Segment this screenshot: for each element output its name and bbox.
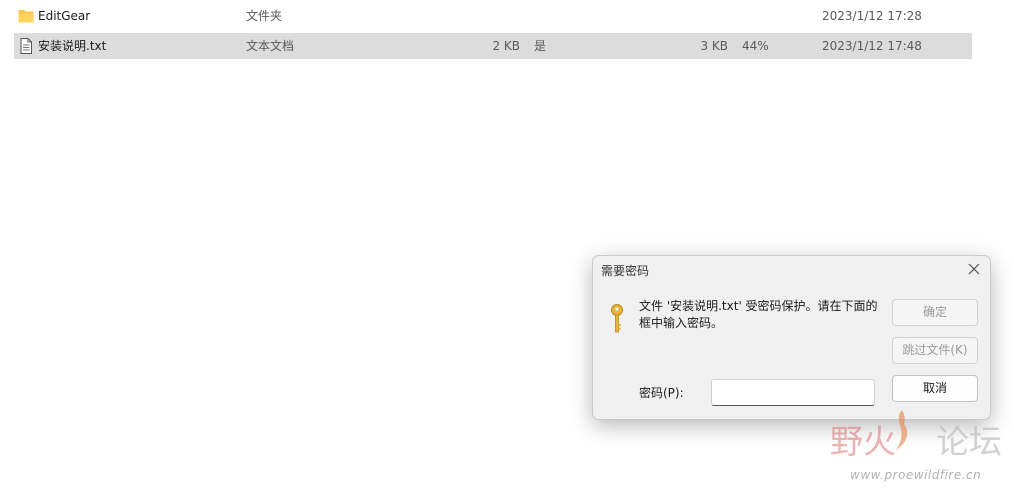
- file-row-install-notes[interactable]: 安装说明.txt 文本文档 2 KB 是 3 KB 44% 2023/1/12 …: [14, 33, 972, 59]
- password-input[interactable]: [711, 379, 875, 406]
- file-compressed-size: 3 KB: [700, 39, 728, 53]
- ok-button[interactable]: 确定: [892, 299, 978, 326]
- file-size: 2 KB: [492, 39, 520, 53]
- key-icon: [611, 304, 623, 333]
- dialog-message: 文件 '安装说明.txt' 受密码保护。请在下面的框中输入密码。: [639, 299, 878, 330]
- file-ratio: 44%: [742, 39, 769, 53]
- password-label: 密码(P):: [639, 386, 684, 400]
- file-name: 安装说明.txt: [38, 39, 107, 53]
- file-type: 文件夹: [246, 9, 283, 23]
- watermark-title-part2: 论坛: [936, 422, 1002, 461]
- folder-icon: [18, 10, 34, 23]
- file-type: 文本文档: [246, 39, 295, 53]
- file-row-editgear[interactable]: EditGear 文件夹 2023/1/12 17:28: [14, 3, 972, 29]
- skip-file-button[interactable]: 跳过文件(K): [892, 337, 978, 364]
- cancel-button[interactable]: 取消: [892, 375, 978, 402]
- file-date: 2023/1/12 17:28: [822, 9, 922, 23]
- watermark-title-part1: 野火: [830, 422, 896, 461]
- file-name: EditGear: [38, 9, 91, 23]
- close-icon[interactable]: [967, 262, 981, 276]
- dialog-title: 需要密码: [601, 264, 650, 278]
- file-encrypted: 是: [534, 39, 547, 53]
- password-dialog: 需要密码 文件 '安装说明.txt' 受密码保护。请在下面的框中输入密码。 确定…: [592, 255, 991, 420]
- text-file-icon: [20, 38, 32, 54]
- watermark-url: www.proewildfire.cn: [850, 468, 982, 482]
- watermark: 野火 论坛 www.proewildfire.cn: [826, 408, 1014, 491]
- file-date: 2023/1/12 17:48: [822, 39, 922, 53]
